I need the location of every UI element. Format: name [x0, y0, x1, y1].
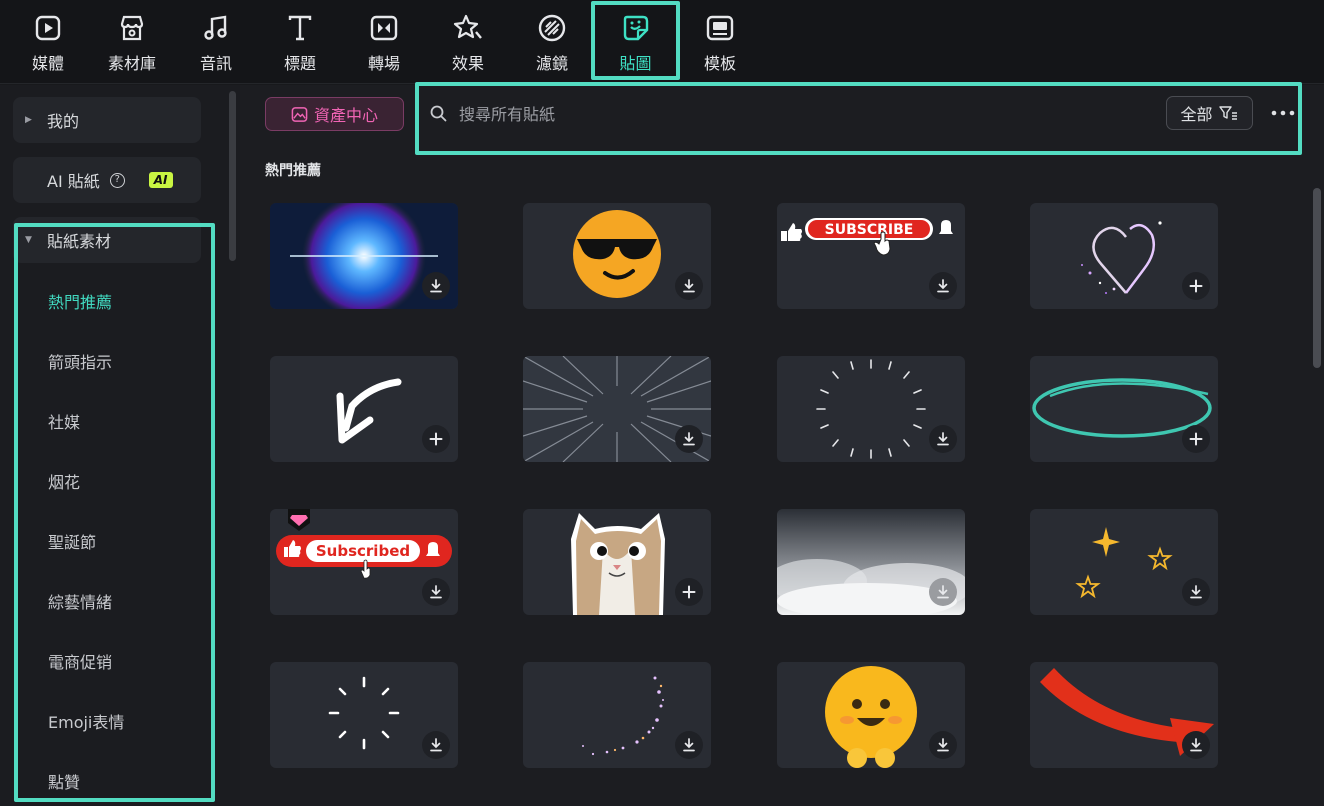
sidebar-item-fireworks[interactable]: 烟花 [48, 469, 80, 493]
ai-badge: AI [148, 172, 173, 188]
add-button[interactable] [422, 425, 450, 453]
download-button[interactable] [675, 425, 703, 453]
sidebar-item-materials[interactable]: ▼ 貼紙素材 [13, 217, 201, 263]
sticker-card[interactable] [1030, 203, 1218, 309]
sidebar-item-ai-sticker[interactable]: AI 貼紙 ? AI [13, 157, 201, 203]
tab-stickers[interactable]: 貼圖 [591, 1, 680, 80]
sticker-card[interactable] [523, 356, 711, 462]
download-button[interactable] [422, 578, 450, 606]
sidebar-scrollbar[interactable] [229, 91, 236, 261]
section-title: 熱門推薦 [265, 163, 321, 179]
sticker-icon [623, 15, 648, 41]
sticker-card[interactable] [523, 509, 711, 615]
sticker-card[interactable] [1030, 662, 1218, 768]
download-icon [683, 432, 695, 446]
plus-icon [1189, 279, 1203, 293]
download-icon [1190, 585, 1202, 599]
sidebar-item-variety[interactable]: 綜藝情緒 [48, 589, 112, 613]
download-icon [683, 279, 695, 293]
tab-effects[interactable]: 效果 [430, 6, 506, 78]
download-icon [1190, 738, 1202, 752]
sidebar-item-christmas[interactable]: 聖誕節 [48, 529, 96, 553]
more-dots-icon [1271, 110, 1295, 116]
download-button[interactable] [929, 731, 957, 759]
sticker-card[interactable] [270, 356, 458, 462]
filter-icon [538, 14, 566, 42]
text-t-icon [288, 15, 312, 41]
search-input[interactable] [459, 98, 1149, 130]
svg-text:Subscribed: Subscribed [316, 542, 410, 560]
download-button[interactable] [1182, 578, 1210, 606]
tab-transitions[interactable]: 轉場 [346, 6, 422, 78]
gallery-icon [291, 106, 308, 122]
plus-icon [1189, 432, 1203, 446]
sticker-card[interactable] [1030, 356, 1218, 462]
sidebar-item-emoji[interactable]: Emoji表情 [48, 709, 124, 733]
download-icon [937, 432, 949, 446]
download-button[interactable] [1182, 731, 1210, 759]
download-button[interactable] [422, 731, 450, 759]
sidebar-item-social[interactable]: 社媒 [48, 409, 80, 433]
more-options-button[interactable] [1269, 100, 1297, 126]
sticker-panel: 資產中心 全部 熱門推薦 [240, 82, 1324, 806]
sticker-card[interactable] [270, 203, 458, 309]
sidebar-item-arrows[interactable]: 箭頭指示 [48, 349, 112, 373]
download-icon [430, 738, 442, 752]
download-icon [937, 738, 949, 752]
add-button[interactable] [1182, 425, 1210, 453]
search-icon [430, 105, 447, 122]
sticker-card[interactable]: SUBSCRIBE [777, 203, 965, 309]
download-icon [937, 585, 949, 599]
transition-icon [370, 15, 398, 41]
search-bar: 全部 [415, 82, 1302, 155]
template-icon [706, 15, 734, 41]
asset-center-button[interactable]: 資產中心 [265, 97, 404, 131]
sidebar: ▶ 我的 AI 貼紙 ? AI ▼ 貼紙素材 熱門推薦 箭頭指示 社媒 烟花 聖… [0, 85, 240, 806]
sidebar-item-hot[interactable]: 熱門推薦 [48, 289, 112, 313]
download-icon [683, 738, 695, 752]
download-icon [430, 279, 442, 293]
sidebar-item-ecommerce[interactable]: 電商促销 [48, 649, 112, 673]
sticker-card[interactable] [777, 356, 965, 462]
music-note-icon [204, 15, 227, 40]
sticker-card[interactable] [270, 662, 458, 768]
plus-icon [429, 432, 443, 446]
download-button[interactable] [675, 272, 703, 300]
tab-filters[interactable]: 濾鏡 [514, 6, 590, 78]
chevron-right-icon: ▶ [25, 115, 32, 125]
download-button[interactable] [929, 272, 957, 300]
plus-icon [682, 585, 696, 599]
download-icon [430, 585, 442, 599]
sticker-card[interactable] [523, 662, 711, 768]
tab-media[interactable]: 媒體 [10, 6, 86, 78]
sticker-card[interactable] [523, 203, 711, 309]
download-button[interactable] [675, 731, 703, 759]
sticker-card[interactable] [777, 509, 965, 615]
effects-star-icon [453, 14, 482, 39]
sticker-card[interactable] [777, 662, 965, 768]
sidebar-item-likes[interactable]: 點贊 [48, 769, 80, 793]
filter-button[interactable]: 全部 [1166, 96, 1253, 130]
sidebar-item-my[interactable]: ▶ 我的 [13, 97, 201, 143]
main-scrollbar[interactable] [1313, 188, 1321, 368]
sticker-card[interactable] [1030, 509, 1218, 615]
download-button[interactable] [929, 425, 957, 453]
chevron-down-icon: ▼ [25, 235, 32, 245]
sticker-card[interactable]: Subscribed [270, 509, 458, 615]
filter-funnel-icon [1218, 106, 1237, 120]
help-icon[interactable]: ? [109, 172, 125, 188]
download-button[interactable] [422, 272, 450, 300]
media-icon [35, 15, 61, 41]
tab-templates[interactable]: 模板 [682, 6, 758, 78]
add-button[interactable] [1182, 272, 1210, 300]
tab-titles[interactable]: 標題 [262, 6, 338, 78]
tab-store[interactable]: 素材庫 [94, 6, 170, 78]
download-button[interactable] [929, 578, 957, 606]
top-toolbar: 媒體 素材庫 音訊 標題 轉場 效果 濾鏡 貼圖 模板 [0, 0, 1324, 84]
store-icon [120, 15, 144, 41]
download-icon [937, 279, 949, 293]
tab-audio[interactable]: 音訊 [178, 6, 254, 78]
svg-text:SUBSCRIBE: SUBSCRIBE [825, 222, 914, 238]
add-button[interactable] [675, 578, 703, 606]
